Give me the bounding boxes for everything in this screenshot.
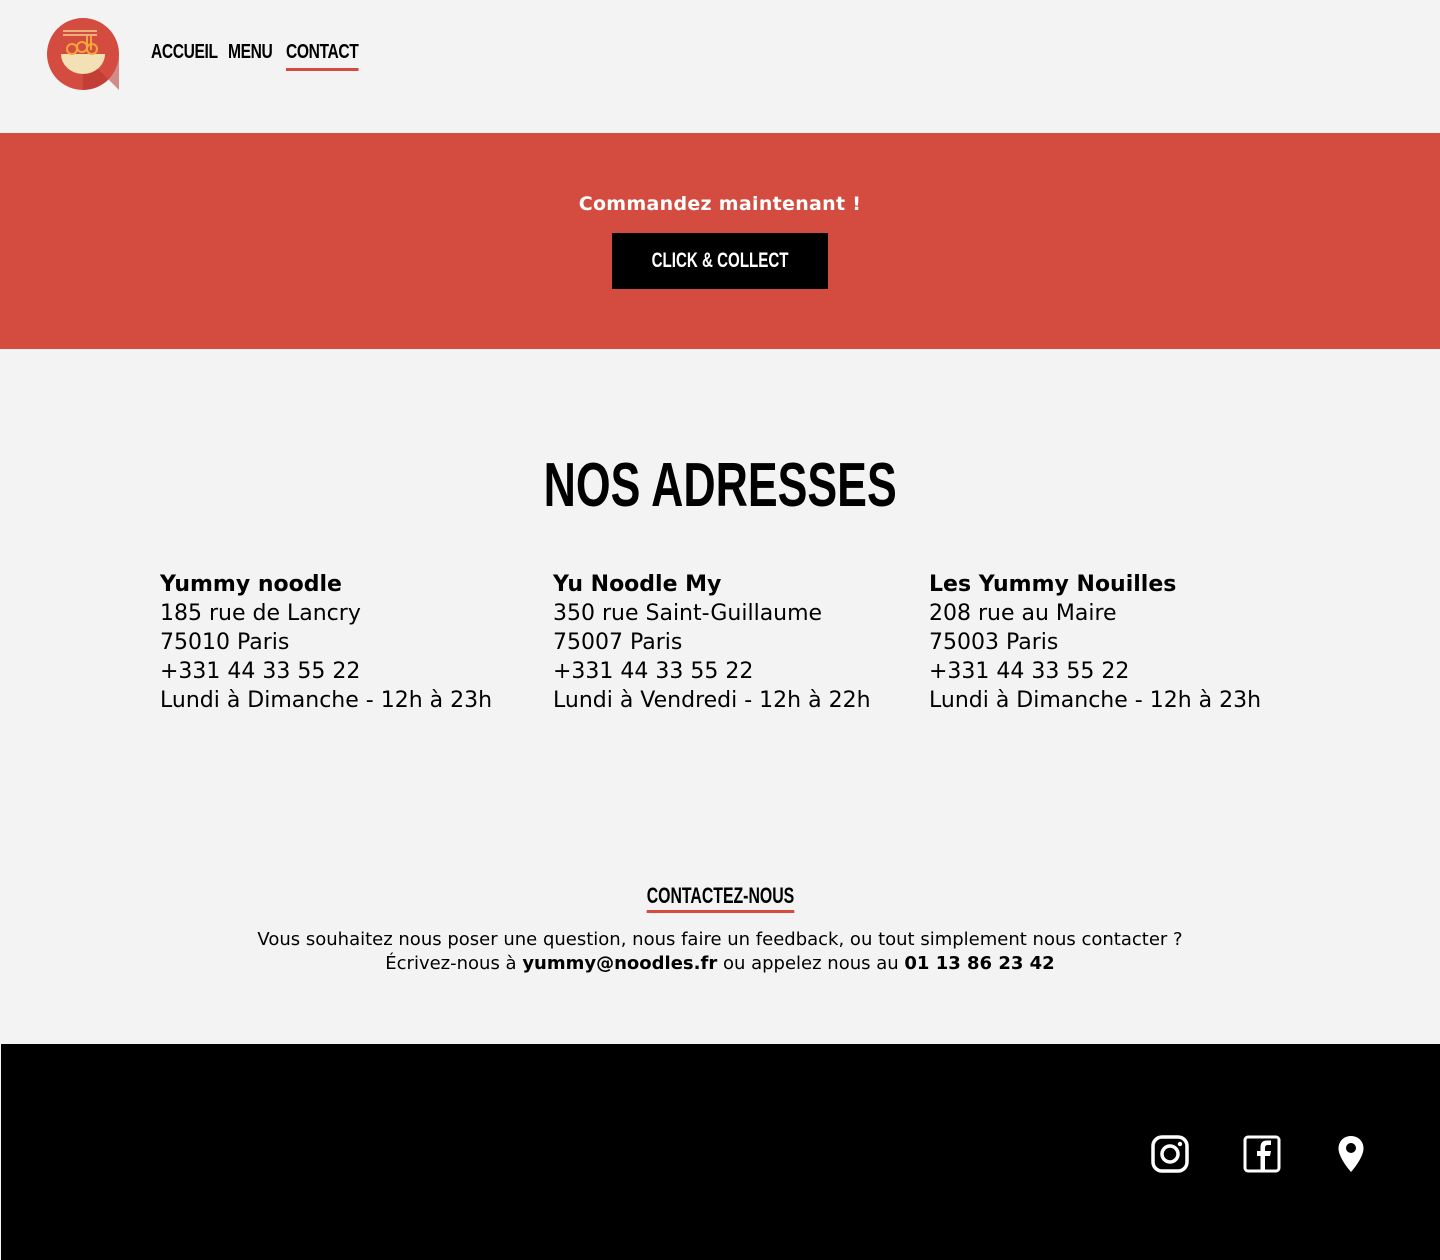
nav-link-contact[interactable]: CONTACT [286,38,359,71]
address-hours: Lundi à Dimanche - 12h à 23h [160,688,493,713]
click-collect-button[interactable]: CLICK & COLLECT [612,233,828,289]
contact-email[interactable]: yummy@noodles.fr [522,953,717,974]
banner-text: Commandez maintenant ! [578,193,862,215]
facebook-icon[interactable] [1242,1134,1282,1174]
address-phone: +331 44 33 55 22 [929,659,1130,684]
main-nav: ACCUEIL MENU CONTACT [151,38,359,71]
address-card: Les Yummy Nouilles 208 rue au Maire 7500… [929,570,1261,715]
contact-line-1: Vous souhaitez nous poser une question, … [257,929,1183,950]
order-banner: Commandez maintenant ! CLICK & COLLECT [0,133,1440,349]
contact-line-2: Écrivez-nous à yummy@noodles.fr ou appel… [0,952,1440,976]
address-phone: +331 44 33 55 22 [160,659,361,684]
address-card: Yu Noodle My 350 rue Saint-Guillaume 750… [553,570,871,715]
address-street: 185 rue de Lancry [160,601,361,626]
nav-link-accueil[interactable]: ACCUEIL [151,38,218,68]
site-header: ACCUEIL MENU CONTACT [0,0,1440,133]
address-card: Yummy noodle 185 rue de Lancry 75010 Par… [160,570,492,715]
address-city: 75010 Paris [160,630,290,655]
address-street: 208 rue au Maire [929,601,1117,626]
address-hours: Lundi à Vendredi - 12h à 22h [553,688,871,713]
contact-title: CONTACTEZ-NOUS [0,882,1440,913]
contact-title-text: CONTACTEZ-NOUS [646,882,794,913]
address-name: Yummy noodle [160,572,342,597]
instagram-icon[interactable] [1150,1134,1190,1174]
contact-text: Vous souhaitez nous poser une question, … [0,928,1440,976]
contact-middle: ou appelez nous au [722,953,899,974]
address-city: 75007 Paris [553,630,683,655]
nav-link-menu[interactable]: MENU [228,38,273,68]
addresses-title: NOS ADRESSES [0,448,1440,524]
site-footer [1,1044,1440,1260]
address-name: Yu Noodle My [553,572,722,597]
noodle-bowl-logo-icon[interactable] [47,18,119,90]
address-street: 350 rue Saint-Guillaume [553,601,823,626]
address-phone: +331 44 33 55 22 [553,659,754,684]
map-pin-icon[interactable] [1331,1134,1371,1174]
contact-phone[interactable]: 01 13 86 23 42 [904,953,1054,974]
address-name: Les Yummy Nouilles [929,572,1177,597]
address-city: 75003 Paris [929,630,1059,655]
contact-prefix: Écrivez-nous à [385,953,517,974]
click-collect-label: CLICK & COLLECT [651,249,789,272]
addresses-title-text: NOS ADRESSES [543,451,897,520]
address-hours: Lundi à Dimanche - 12h à 23h [929,688,1262,713]
